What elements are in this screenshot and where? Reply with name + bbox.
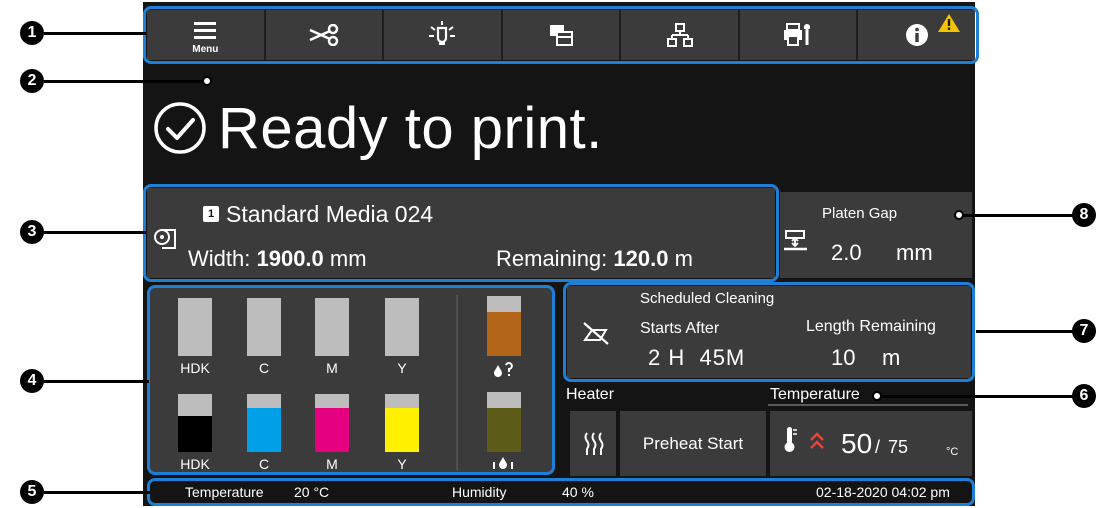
heating-up-icon: [810, 432, 824, 449]
callout-7: 7: [1072, 319, 1096, 343]
heater-icon-box[interactable]: [570, 411, 616, 476]
callout-line-7: [976, 330, 1074, 333]
starts-after-label: Starts After: [640, 320, 720, 337]
length-remaining-label: Length Remaining: [806, 318, 936, 335]
ink-fill-hdk: [178, 416, 212, 452]
ink-cartridge-c-bottom: [247, 394, 281, 452]
ink-cartridge-hdk-top: [178, 298, 212, 356]
preheat-start-button[interactable]: Preheat Start: [620, 411, 766, 476]
toolbar-highlight: [143, 6, 979, 64]
media-roll-icon: [154, 229, 176, 249]
waste-ink-tray-icon: [493, 457, 513, 469]
target-temperature: 75: [888, 437, 909, 457]
media-number-badge: 1: [203, 206, 219, 222]
callout-dot-8: [954, 210, 964, 220]
ink-label-m-top: M: [326, 360, 338, 376]
starts-after-value: 2 H 45M: [648, 345, 746, 370]
width-label: Width:: [188, 246, 251, 271]
thermometer-icon: [784, 427, 797, 452]
ink-cartridge-hdk-bottom: [178, 394, 212, 452]
temperature-separator: /: [875, 437, 881, 457]
platen-gap-value: 2.0: [831, 240, 862, 265]
callout-line-1: [44, 32, 146, 35]
callout-dot-2: [202, 76, 212, 86]
ink-label-c-bottom: C: [258, 456, 270, 472]
temperature-label: Temperature: [770, 386, 860, 403]
bottom-bar-highlight: [147, 478, 975, 506]
callout-2: 2: [20, 69, 44, 93]
status-row: Ready to print.: [152, 86, 603, 170]
ink-label-hdk-top: HDK: [180, 360, 210, 376]
remaining-unit: m: [674, 246, 693, 271]
callout-3: 3: [20, 220, 44, 244]
status-message: Ready to print.: [218, 95, 603, 161]
temperature-unit: °C: [946, 446, 959, 458]
remaining-label: Remaining:: [496, 246, 608, 271]
callout-line-3: [44, 231, 146, 234]
platen-gap-unit: mm: [896, 240, 933, 265]
ink-cartridge-c-top: [247, 298, 281, 356]
callout-1: 1: [20, 21, 44, 45]
ink-fill-c: [247, 408, 281, 452]
cleaning-title: Scheduled Cleaning: [640, 290, 775, 307]
ink-fill-y: [385, 408, 419, 452]
ink-cartridge-y-top: [385, 298, 419, 356]
waste-ink-bottle-lower: [487, 392, 521, 452]
callout-line-4: [44, 380, 149, 383]
width-value: 1900.0: [256, 246, 324, 271]
ink-cartridge-y-bottom: [385, 394, 419, 452]
heater-label: Heater: [566, 386, 615, 403]
callout-8: 8: [1072, 203, 1096, 227]
length-remaining-unit: m: [882, 345, 901, 370]
ink-label-y-bottom: Y: [397, 456, 407, 472]
callout-line-5: [44, 491, 150, 494]
callout-dot-6: [872, 391, 882, 401]
ink-label-hdk-bottom: HDK: [180, 456, 210, 472]
platen-gap-icon: [784, 230, 807, 251]
length-remaining-value: 10: [831, 345, 856, 370]
width-unit: mm: [329, 246, 367, 271]
check-circle-icon: [154, 102, 206, 154]
media-name: Standard Media 024: [226, 201, 434, 227]
ink-divider: [456, 295, 458, 470]
callout-6: 6: [1072, 384, 1096, 408]
callout-4: 4: [20, 369, 44, 393]
platen-gap-title: Platen Gap: [822, 205, 898, 222]
media-remaining: Remaining: 120.0 m: [496, 246, 693, 272]
callout-line-8: [958, 214, 1074, 217]
cleaning-off-icon: [583, 322, 609, 345]
ink-fill-m: [315, 408, 349, 452]
ink-cartridge-m-bottom: [315, 394, 349, 452]
heater-icon: [584, 432, 604, 455]
remaining-value: 120.0: [613, 246, 669, 271]
waste-ink-icon: [494, 362, 513, 377]
ink-cartridge-m-top: [315, 298, 349, 356]
media-width: Width: 1900.0 mm: [188, 246, 367, 272]
temperature-underline: [768, 404, 968, 406]
current-temperature: 50: [841, 428, 873, 459]
ink-label-y-top: Y: [397, 360, 407, 376]
ink-label-m-bottom: M: [326, 456, 338, 472]
ink-label-c-top: C: [258, 360, 270, 376]
callout-line-2: [44, 80, 204, 83]
callout-5: 5: [20, 480, 44, 504]
callout-line-6: [874, 395, 1074, 398]
waste-ink-bottle-upper: [487, 296, 521, 356]
